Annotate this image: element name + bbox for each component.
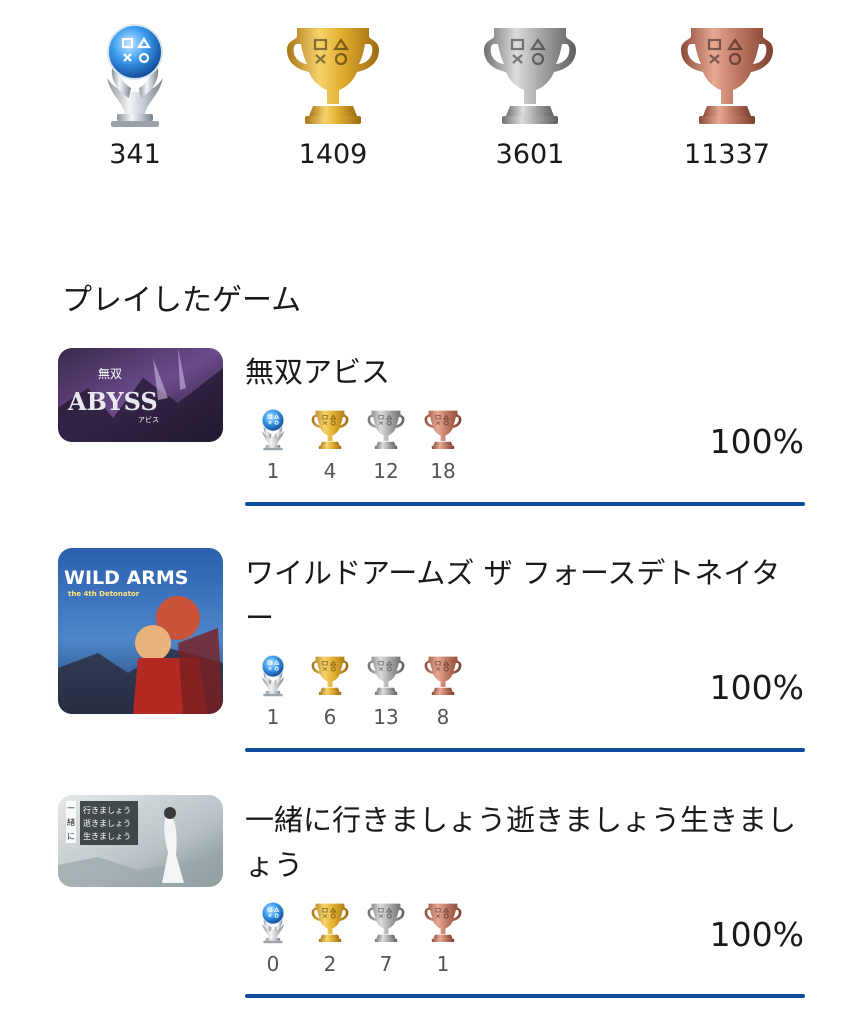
silver-trophy-icon xyxy=(366,899,406,945)
section-title-played-games: プレイしたゲーム xyxy=(62,283,302,318)
game-progress-bar xyxy=(245,994,805,998)
cover-text: ABYSS xyxy=(67,387,158,416)
game-progress-bar xyxy=(245,502,805,506)
gold-count: 4 xyxy=(323,459,337,483)
summary-platinum: 341 xyxy=(55,18,215,172)
game-cover: 無双 ABYSS アビス xyxy=(58,348,223,442)
game-progress-bar xyxy=(245,748,805,752)
game-progress-percent: 100% xyxy=(709,422,804,461)
silver-count: 13 xyxy=(373,705,399,729)
mini-silver: 12 xyxy=(358,406,414,484)
platinum-trophy-icon xyxy=(253,899,293,945)
silver-trophy-icon xyxy=(366,406,406,452)
mini-gold: 6 xyxy=(302,652,358,730)
mini-gold: 2 xyxy=(302,899,358,977)
mini-platinum: 1 xyxy=(245,652,301,730)
game-cover: WILD ARMS the 4th Detonator xyxy=(58,548,223,714)
mini-platinum: 1 xyxy=(245,406,301,484)
gold-trophy-icon xyxy=(283,18,383,130)
bronze-trophy-icon xyxy=(677,18,777,130)
game-cover: 一 緒 に 行きましょう 逝きましょう 生きましょう xyxy=(58,795,223,887)
game-title: ワイルドアームズ ザ フォースデトネイター xyxy=(245,556,781,635)
bronze-trophy-icon xyxy=(423,899,463,945)
bronze-count: 11337 xyxy=(684,139,770,170)
bronze-trophy-icon xyxy=(423,652,463,698)
platinum-count: 1 xyxy=(266,705,280,729)
mini-silver: 13 xyxy=(358,652,414,730)
cover-text: 行きましょう xyxy=(83,805,131,815)
cover-text: WILD ARMS xyxy=(64,567,188,589)
mini-bronze: 18 xyxy=(415,406,471,484)
gold-count: 6 xyxy=(323,705,337,729)
game-progress-percent: 100% xyxy=(709,915,804,954)
mini-platinum: 0 xyxy=(245,899,301,977)
gold-trophy-icon xyxy=(310,899,350,945)
bronze-trophy-icon xyxy=(423,406,463,452)
game-item[interactable]: 無双 ABYSS アビス 無双アビス 1 4 12 18 100% xyxy=(0,348,856,513)
platinum-count: 0 xyxy=(266,952,280,976)
bronze-count: 8 xyxy=(436,705,450,729)
silver-count: 12 xyxy=(373,459,399,483)
gold-count: 2 xyxy=(323,952,337,976)
cover-text: 逝きましょう xyxy=(83,818,131,828)
trophy-summary: 341 1409 3601 11337 xyxy=(0,18,856,193)
game-title: 一緒に行きましょう逝きましょう生きましょう xyxy=(245,803,797,882)
cover-text: アビス xyxy=(138,415,159,424)
game-item[interactable]: 一 緒 に 行きましょう 逝きましょう 生きましょう 一緒に行きましょう逝きまし… xyxy=(0,795,856,1007)
mini-silver: 7 xyxy=(358,899,414,977)
silver-trophy-icon xyxy=(366,652,406,698)
cover-text: 生きましょう xyxy=(83,831,131,841)
platinum-count: 1 xyxy=(266,459,280,483)
summary-gold: 1409 xyxy=(253,18,413,172)
gold-count: 1409 xyxy=(298,139,368,170)
summary-silver: 3601 xyxy=(450,18,610,172)
silver-count: 7 xyxy=(379,952,393,976)
gold-trophy-icon xyxy=(310,652,350,698)
bronze-count: 18 xyxy=(430,459,456,483)
summary-bronze: 11337 xyxy=(647,18,807,172)
cover-text: 一 xyxy=(67,804,75,813)
platinum-trophy-icon xyxy=(253,652,293,698)
cover-text: に xyxy=(67,832,75,841)
silver-trophy-icon xyxy=(480,18,580,130)
platinum-trophy-icon xyxy=(85,18,185,130)
silver-count: 3601 xyxy=(495,139,565,170)
bronze-count: 1 xyxy=(436,952,450,976)
platinum-trophy-icon xyxy=(253,406,293,452)
mini-gold: 4 xyxy=(302,406,358,484)
platinum-count: 341 xyxy=(109,139,161,170)
mini-bronze: 1 xyxy=(415,899,471,977)
game-item[interactable]: WILD ARMS the 4th Detonator ワイルドアームズ ザ フ… xyxy=(0,548,856,760)
cover-text: 緒 xyxy=(67,817,75,827)
mini-bronze: 8 xyxy=(415,652,471,730)
cover-text: the 4th Detonator xyxy=(68,590,140,598)
gold-trophy-icon xyxy=(310,406,350,452)
game-progress-percent: 100% xyxy=(709,668,804,707)
game-title: 無双アビス xyxy=(245,355,391,389)
cover-text: 無双 xyxy=(98,366,122,381)
